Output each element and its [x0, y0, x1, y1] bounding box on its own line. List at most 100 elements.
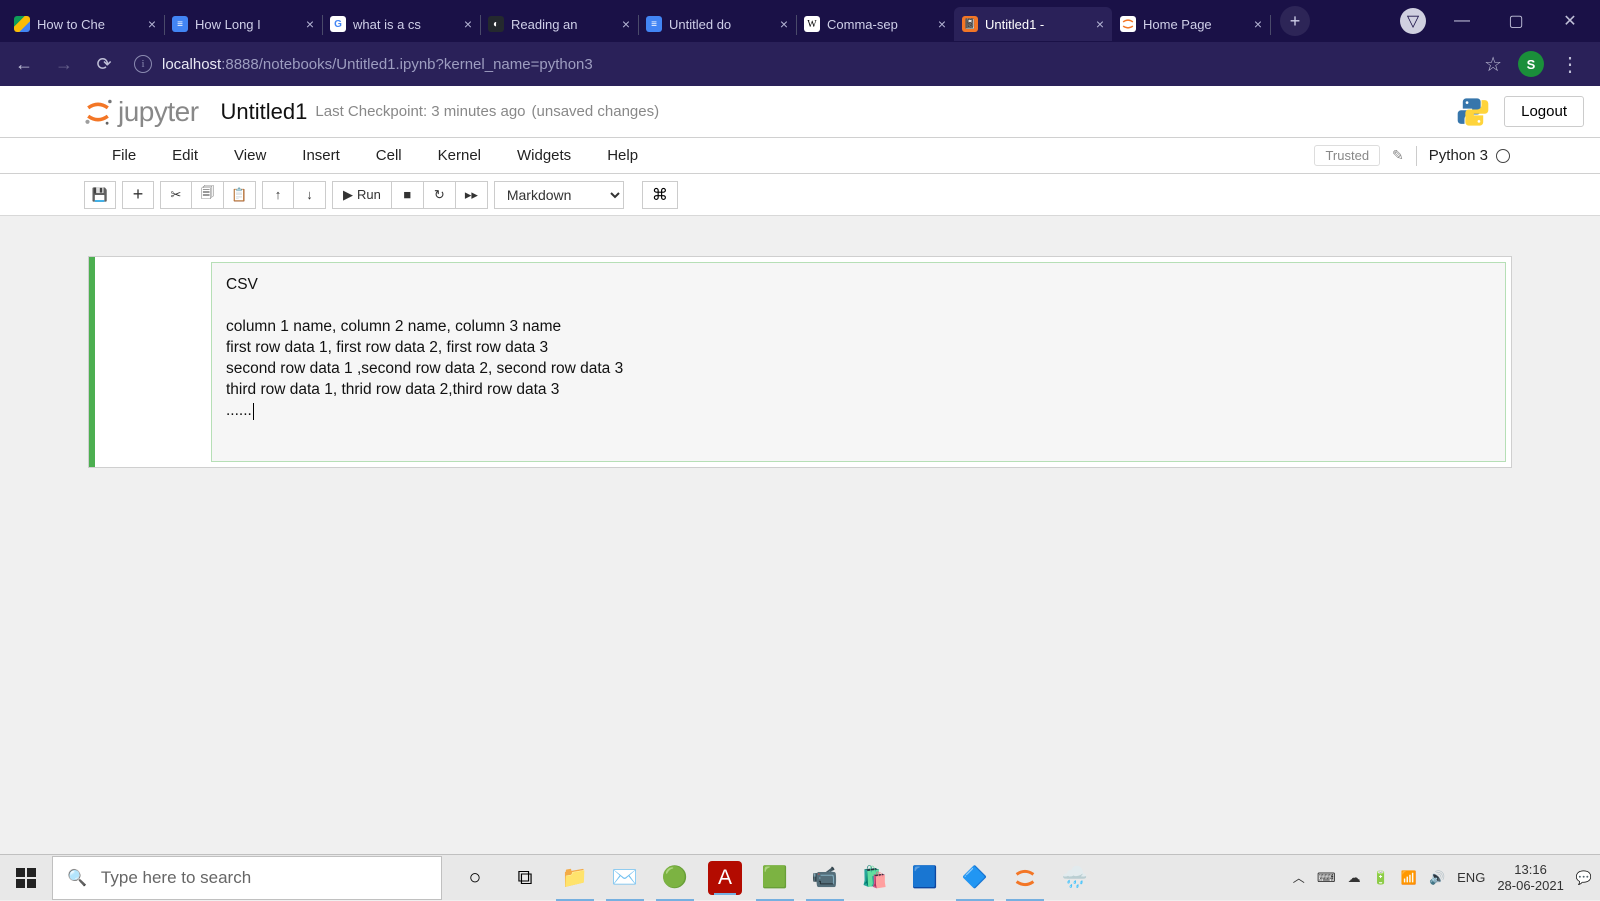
docs-icon: ≡	[646, 16, 662, 32]
tray-overflow-icon[interactable]: ︿	[1293, 869, 1305, 886]
edit-mode-icon[interactable]: ✎	[1392, 147, 1404, 164]
notebook-title[interactable]: Untitled1	[221, 99, 308, 125]
bookmark-icon[interactable]: ☆	[1484, 52, 1502, 77]
browser-tab-doc2[interactable]: ≡ Untitled do ×	[638, 7, 796, 41]
menu-widgets[interactable]: Widgets	[499, 147, 589, 164]
browser-tab-doc1[interactable]: ≡ How Long I ×	[164, 7, 322, 41]
vscode-icon[interactable]: 🔷	[950, 855, 1000, 901]
interrupt-button[interactable]: ■	[392, 181, 424, 209]
notifications-icon[interactable]: 💬	[1576, 870, 1592, 886]
weather-icon[interactable]: 🌧️	[1050, 855, 1100, 901]
jupyter-logo-icon	[84, 98, 112, 126]
close-window-button[interactable]: ✕	[1552, 6, 1588, 36]
minimize-button[interactable]: —	[1444, 6, 1480, 36]
jupyter-menubar: File Edit View Insert Cell Kernel Widget…	[0, 138, 1600, 174]
taskbar-search[interactable]: 🔍 Type here to search	[52, 856, 442, 900]
start-button[interactable]	[0, 855, 52, 901]
notebook-cell[interactable]: CSV column 1 name, column 2 name, column…	[88, 256, 1512, 468]
cell-content: CSV column 1 name, column 2 name, column…	[226, 276, 623, 419]
volume-icon[interactable]: 🔊	[1429, 870, 1445, 886]
cell-editor[interactable]: CSV column 1 name, column 2 name, column…	[211, 262, 1506, 462]
close-icon[interactable]: ×	[938, 16, 946, 32]
window-controls: ▽ — ▢ ✕	[1400, 6, 1600, 36]
new-tab-button[interactable]: +	[1280, 6, 1310, 36]
clock[interactable]: 13:16 28-06-2021	[1497, 862, 1564, 893]
menu-cell[interactable]: Cell	[358, 147, 420, 164]
close-icon[interactable]: ×	[622, 16, 630, 32]
cell-type-select[interactable]: Markdown	[494, 181, 624, 209]
tab-label: How to Che	[37, 17, 142, 32]
close-icon[interactable]: ×	[148, 16, 156, 32]
copy-button[interactable]: 🗐	[192, 181, 224, 209]
command-palette-button[interactable]: ⌘	[642, 181, 678, 209]
tab-label: Comma-sep	[827, 17, 932, 32]
close-icon[interactable]: ×	[780, 16, 788, 32]
cortana-icon[interactable]: ○	[450, 855, 500, 901]
kernel-status-icon	[1496, 149, 1510, 163]
browser-tab-wiki[interactable]: W Comma-sep ×	[796, 7, 954, 41]
time-text: 13:16	[1497, 862, 1564, 878]
menu-edit[interactable]: Edit	[154, 147, 216, 164]
app-icon[interactable]: 🟦	[900, 855, 950, 901]
browser-tab-strip: How to Che × ≡ How Long I × G what is a …	[0, 0, 1600, 42]
add-cell-button[interactable]: +	[122, 181, 154, 209]
menu-view[interactable]: View	[216, 147, 284, 164]
paste-button[interactable]: 📋	[224, 181, 256, 209]
search-placeholder: Type here to search	[101, 868, 251, 888]
browser-profile-icon[interactable]: ▽	[1400, 8, 1426, 34]
chrome-icon[interactable]: 🟢	[650, 855, 700, 901]
restart-button[interactable]: ↻	[424, 181, 456, 209]
keyboard-icon[interactable]: ⌨	[1317, 870, 1336, 886]
url-host: localhost	[162, 56, 221, 73]
jupyter-taskbar-icon[interactable]	[1000, 855, 1050, 901]
profile-avatar[interactable]: S	[1518, 51, 1544, 77]
close-icon[interactable]: ×	[464, 16, 472, 32]
acrobat-icon[interactable]: A	[708, 861, 742, 895]
wifi-icon[interactable]: 📶	[1401, 870, 1417, 886]
browser-tab-google[interactable]: G what is a cs ×	[322, 7, 480, 41]
zoom-icon[interactable]: 📹	[800, 855, 850, 901]
browser-tab-github[interactable]: ◐ Reading an ×	[480, 7, 638, 41]
menu-insert[interactable]: Insert	[284, 147, 358, 164]
close-icon[interactable]: ×	[306, 16, 314, 32]
logout-button[interactable]: Logout	[1504, 96, 1584, 127]
url-box[interactable]: i localhost:8888/notebooks/Untitled1.ipy…	[126, 48, 1466, 80]
task-view-icon[interactable]: ⧉	[500, 855, 550, 901]
mail-icon[interactable]: ✉️	[600, 855, 650, 901]
close-icon[interactable]: ×	[1096, 16, 1104, 32]
jupyter-logo[interactable]: jupyter	[84, 96, 199, 128]
restart-run-all-button[interactable]: ▸▸	[456, 181, 488, 209]
language-indicator[interactable]: ENG	[1457, 870, 1485, 885]
browser-tab-jupyter-home[interactable]: Home Page ×	[1112, 7, 1270, 41]
forward-button[interactable]: →	[46, 48, 82, 80]
trusted-badge[interactable]: Trusted	[1314, 145, 1380, 166]
browser-menu-button[interactable]: ⋮	[1560, 52, 1580, 77]
date-text: 28-06-2021	[1497, 878, 1564, 894]
tab-label: Untitled do	[669, 17, 774, 32]
cell-prompt	[95, 262, 211, 462]
maximize-button[interactable]: ▢	[1498, 6, 1534, 36]
save-button[interactable]: 💾	[84, 181, 116, 209]
menu-file[interactable]: File	[94, 147, 154, 164]
onedrive-icon[interactable]: ☁	[1348, 870, 1361, 886]
run-button[interactable]: ▶ Run	[332, 181, 392, 209]
browser-tab-notebook[interactable]: 📓 Untitled1 - ×	[954, 7, 1112, 41]
microsoft-store-icon[interactable]: 🛍️	[850, 855, 900, 901]
menu-kernel[interactable]: Kernel	[420, 147, 499, 164]
whatsapp-icon[interactable]: 🟩	[750, 855, 800, 901]
python-icon	[1456, 95, 1490, 129]
windows-icon	[16, 868, 36, 888]
menu-help[interactable]: Help	[589, 147, 656, 164]
move-up-button[interactable]: ↑	[262, 181, 294, 209]
reload-button[interactable]: ⟳	[86, 48, 122, 80]
kernel-indicator[interactable]: Python 3	[1429, 147, 1510, 164]
file-explorer-icon[interactable]: 📁	[550, 855, 600, 901]
cut-button[interactable]: ✂	[160, 181, 192, 209]
back-button[interactable]: ←	[6, 48, 42, 80]
battery-icon[interactable]: 🔋	[1373, 870, 1389, 886]
site-info-icon[interactable]: i	[134, 55, 152, 73]
jupyter-toolbar: 💾 + ✂ 🗐 📋 ↑ ↓ ▶ Run ■ ↻ ▸▸ Markdown ⌘	[0, 174, 1600, 216]
close-icon[interactable]: ×	[1254, 16, 1262, 32]
browser-tab-drive[interactable]: How to Che ×	[6, 7, 164, 41]
move-down-button[interactable]: ↓	[294, 181, 326, 209]
